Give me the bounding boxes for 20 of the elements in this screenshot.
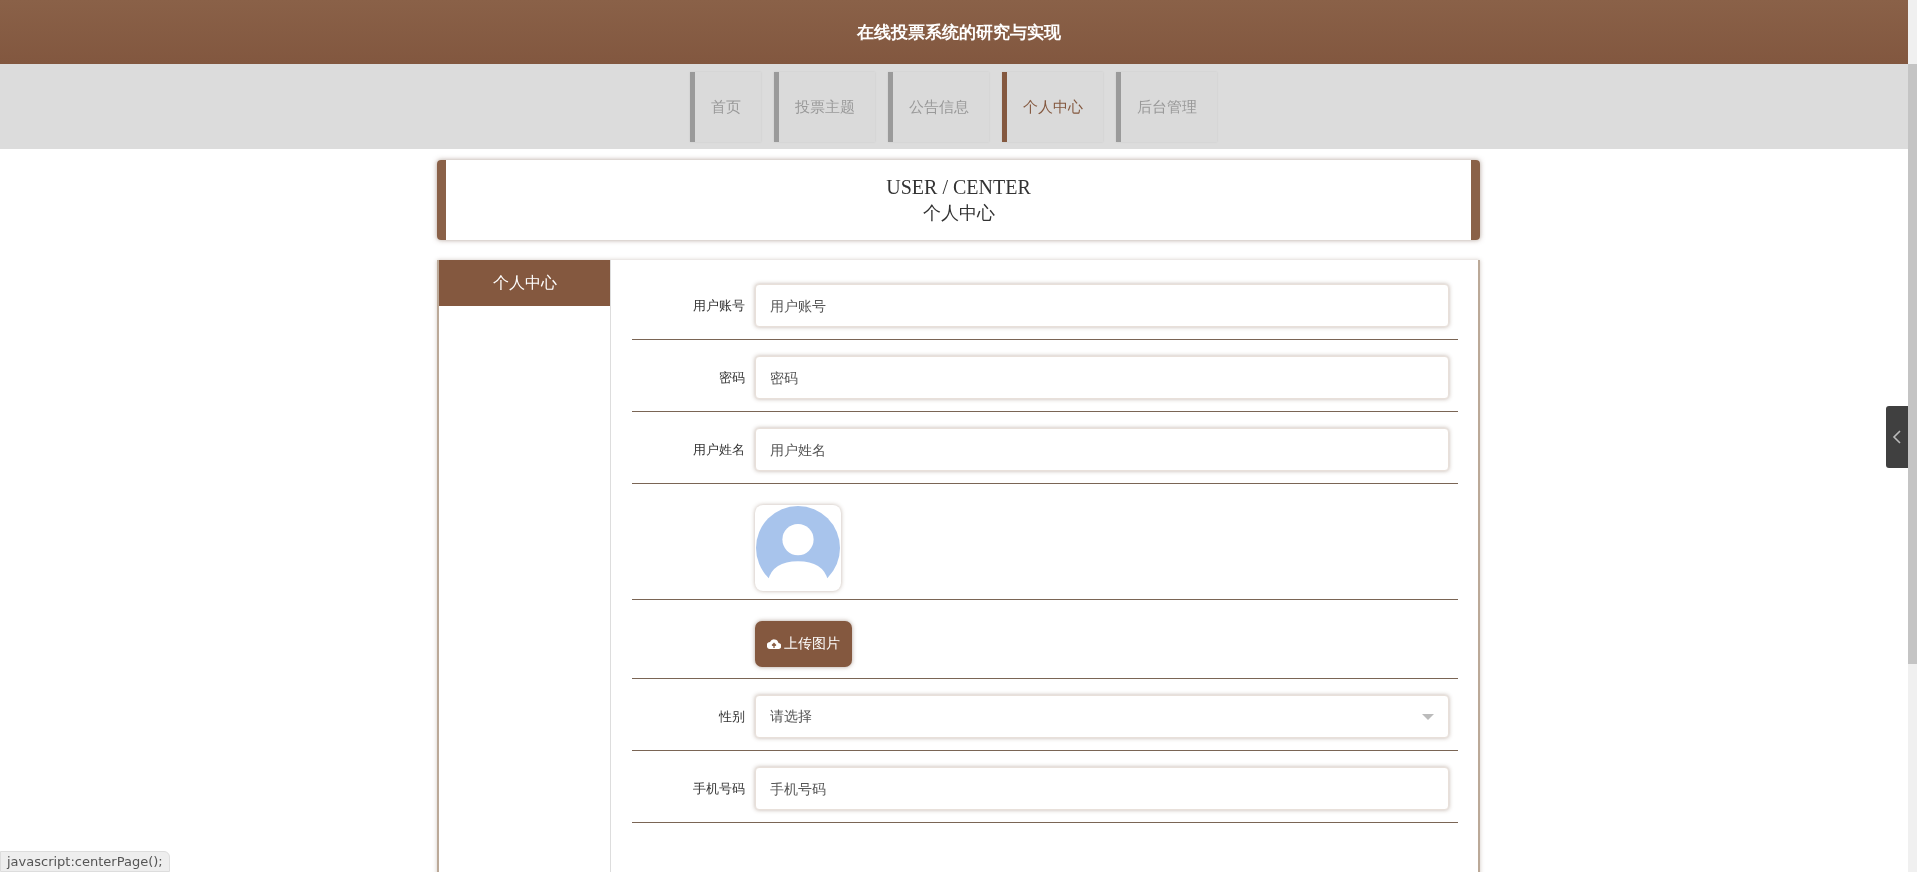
page-title: 个人中心 xyxy=(922,202,995,225)
chevron-left-icon xyxy=(1892,429,1902,445)
input-field[interactable]: 手机号码 xyxy=(755,767,1449,810)
input-field[interactable]: 密码 xyxy=(755,356,1449,399)
upload-button[interactable]: 上传图片 xyxy=(755,621,852,667)
field-label: 密码 xyxy=(719,369,745,385)
caret-icon xyxy=(1422,713,1434,720)
input-field[interactable]: 用户姓名 xyxy=(755,428,1449,471)
field-label: 用户账号 xyxy=(693,297,745,313)
nav-tab[interactable]: 个人中心 xyxy=(1002,71,1103,142)
select-field[interactable]: 请选择 xyxy=(755,695,1449,738)
input-field[interactable]: 用户账号 xyxy=(755,284,1449,327)
page-title-english: USER / CENTER xyxy=(886,175,1031,200)
field-label: 用户姓名 xyxy=(693,441,745,457)
cloud-upload-icon xyxy=(767,639,781,649)
sidebar-item[interactable]: 个人中心 xyxy=(439,260,610,306)
field-label: 性别 xyxy=(719,708,745,724)
field-label: 手机号码 xyxy=(693,780,745,796)
collapse-tab[interactable] xyxy=(1886,406,1908,468)
site-title: 在线投票系统的研究与实现 xyxy=(856,20,1061,44)
